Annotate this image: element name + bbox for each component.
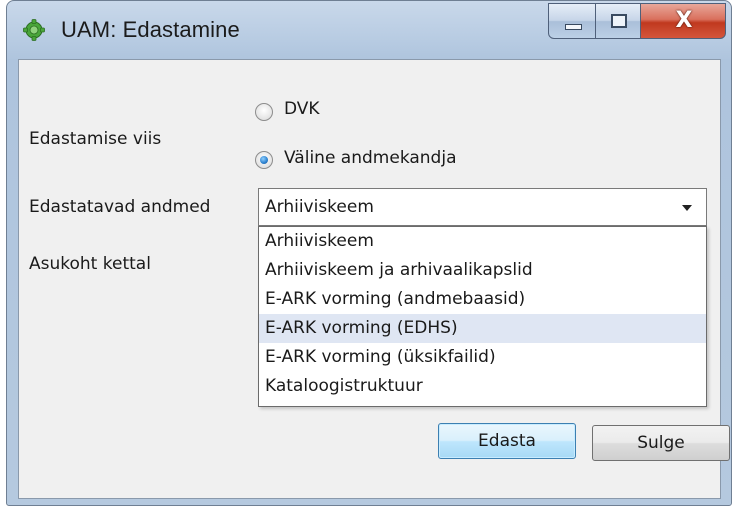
- green-gear-icon: [23, 19, 45, 41]
- close-button[interactable]: Sulge: [592, 425, 730, 461]
- title-bar[interactable]: UAM: Edastamine X: [7, 1, 731, 59]
- dialog-window: UAM: Edastamine X Edastamise viis DVK Vä…: [6, 0, 732, 506]
- dialog-content: Edastamise viis DVK Väline andmekandja E…: [18, 59, 730, 499]
- radio-external-media[interactable]: [255, 151, 273, 169]
- data-dropdown-list: Arhiiviskeem Arhiiviskeem ja arhivaalika…: [258, 226, 707, 407]
- dropdown-option[interactable]: E-ARK vorming (üksikfailid): [259, 343, 706, 372]
- window-title: UAM: Edastamine: [61, 17, 240, 42]
- dropdown-option[interactable]: Arhiiviskeem: [259, 227, 706, 256]
- maximize-icon: [611, 14, 627, 28]
- minimize-icon: [565, 24, 582, 30]
- chevron-down-icon[interactable]: [682, 205, 692, 211]
- minimize-button[interactable]: [548, 3, 596, 39]
- close-icon: X: [675, 8, 693, 33]
- location-label: Asukoht kettal: [29, 254, 151, 274]
- radio-dvk-label[interactable]: DVK: [284, 99, 320, 119]
- dropdown-option-highlighted[interactable]: E-ARK vorming (EDHS): [259, 314, 706, 343]
- dropdown-option[interactable]: Arhiiviskeem ja arhivaalikapslid: [259, 256, 706, 285]
- data-label: Edastatavad andmed: [29, 197, 211, 217]
- radio-dvk[interactable]: [255, 103, 273, 121]
- data-select-value: Arhiiviskeem: [265, 197, 374, 217]
- method-label: Edastamise viis: [29, 129, 162, 149]
- maximize-button[interactable]: [595, 3, 641, 39]
- data-select[interactable]: Arhiiviskeem: [258, 188, 707, 226]
- close-window-button[interactable]: X: [640, 3, 726, 39]
- dropdown-option[interactable]: E-ARK vorming (andmebaasid): [259, 285, 706, 314]
- dropdown-option[interactable]: Kataloogistruktuur: [259, 372, 706, 401]
- radio-external-media-label[interactable]: Väline andmekandja: [284, 148, 456, 168]
- submit-button[interactable]: Edasta: [438, 423, 576, 459]
